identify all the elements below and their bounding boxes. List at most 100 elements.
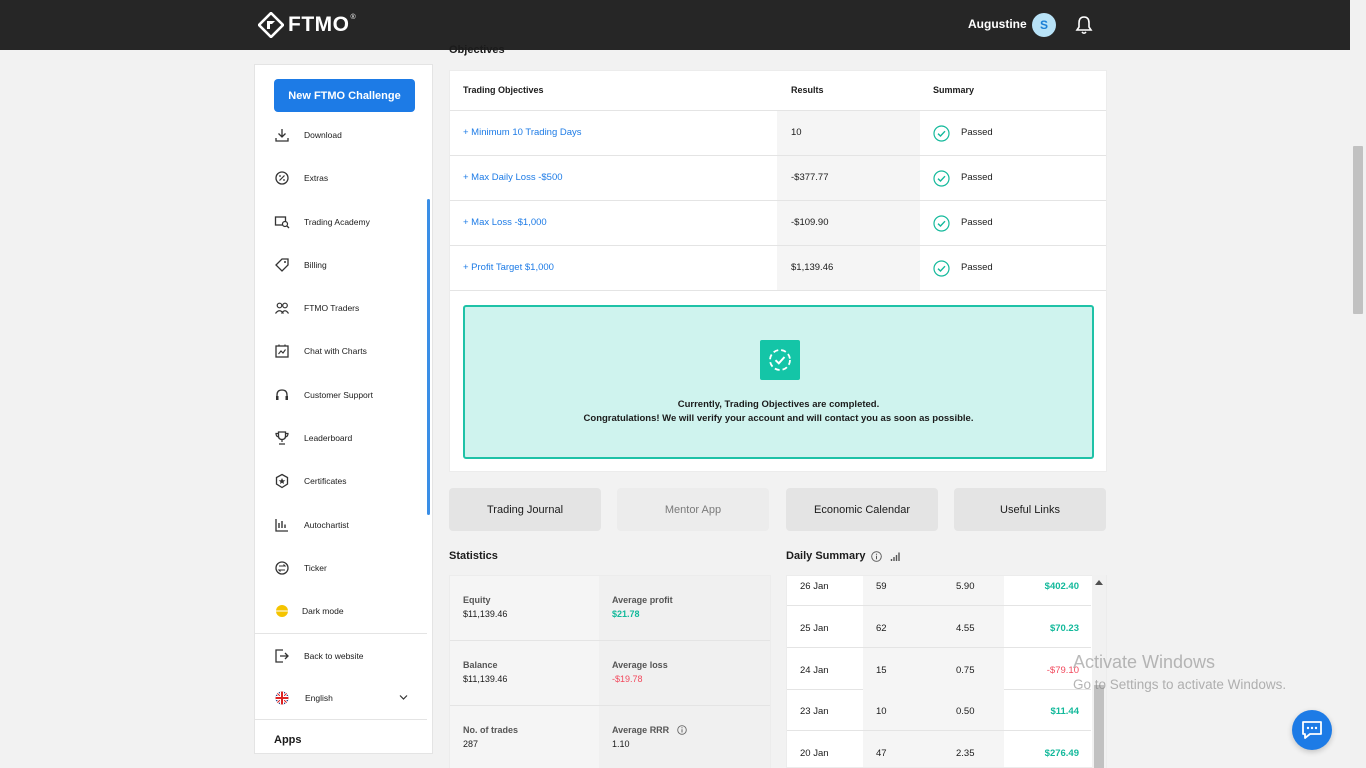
- daily-date: 26 Jan: [800, 581, 829, 592]
- bar-chart-icon[interactable]: [890, 551, 901, 562]
- sidebar-item-label: Back to website: [304, 651, 364, 661]
- daily-summary-title: Daily Summary: [786, 550, 866, 562]
- check-circle-icon: [933, 215, 950, 232]
- brand-registered-mark: ®: [350, 13, 356, 21]
- sidebar-item-label: Chat with Charts: [304, 346, 367, 356]
- sidebar-item-label: Billing: [304, 260, 327, 270]
- daily-trades: 15: [876, 665, 887, 676]
- stat-number-of-trades: No. of trades 287: [450, 706, 599, 768]
- objective-status: Passed: [961, 127, 993, 138]
- new-ftmo-challenge-button[interactable]: New FTMO Challenge: [274, 79, 415, 112]
- stat-label: Average profit: [612, 595, 673, 605]
- sidebar-item-extras[interactable]: Extras: [255, 163, 427, 193]
- page-scrollbar-thumb[interactable]: [1353, 146, 1363, 314]
- objective-name-link[interactable]: + Minimum 10 Trading Days: [463, 127, 582, 138]
- objective-name-link[interactable]: + Max Daily Loss -$500: [463, 172, 563, 183]
- table-row: 26 Jan 59 5.90 $402.40: [787, 576, 1091, 606]
- language-selector[interactable]: English: [255, 683, 427, 713]
- info-icon[interactable]: [871, 550, 883, 562]
- sidebar-item-autochartist[interactable]: Autochartist: [255, 510, 427, 540]
- stat-average-rrr: Average RRR 1.10: [599, 706, 770, 768]
- stat-label: Equity: [463, 595, 491, 605]
- chat-bubble-icon: [1302, 721, 1322, 739]
- sidebar-divider: [255, 633, 427, 634]
- table-row: 23 Jan 10 0.50 $11.44: [787, 689, 1091, 731]
- sidebar-item-back-to-website[interactable]: Back to website: [255, 641, 427, 671]
- objectives-table-header: Trading Objectives Results Summary: [450, 71, 1106, 111]
- ftmo-logo[interactable]: FTMO ®: [258, 12, 356, 38]
- daily-date: 23 Jan: [800, 706, 829, 717]
- stat-label: Balance: [463, 660, 498, 670]
- objective-result: -$377.77: [791, 172, 829, 183]
- sidebar-item-customer-support[interactable]: Customer Support: [255, 380, 427, 410]
- page-scrollbar[interactable]: [1350, 0, 1366, 768]
- sidebar-scrollbar[interactable]: [427, 199, 430, 515]
- objective-result: -$109.90: [791, 217, 829, 228]
- daily-trades: 62: [876, 623, 887, 634]
- sidebar-item-leaderboard[interactable]: Leaderboard: [255, 423, 427, 453]
- objectives-completed-banner: Currently, Trading Objectives are comple…: [463, 305, 1094, 459]
- info-icon[interactable]: [677, 725, 687, 735]
- objective-status: Passed: [961, 217, 993, 228]
- tag-icon: [275, 258, 289, 272]
- objectives-table: Trading Objectives Results Summary + Min…: [449, 70, 1107, 472]
- column-header-summary: Summary: [933, 85, 975, 95]
- daily-summary-table: 26 Jan 59 5.90 $402.40 25 Jan 62 4.55 $7…: [786, 575, 1107, 768]
- economic-calendar-button[interactable]: Economic Calendar: [786, 488, 938, 531]
- scroll-up-arrow-icon[interactable]: [1095, 580, 1103, 585]
- daily-summary-heading: Daily Summary: [786, 550, 901, 562]
- user-name[interactable]: Augustine: [968, 17, 1027, 31]
- objective-name-link[interactable]: + Profit Target $1,000: [463, 262, 554, 273]
- stat-value: 1.10: [612, 739, 630, 749]
- bell-icon[interactable]: [1075, 15, 1093, 35]
- sidebar-item-trading-academy[interactable]: Trading Academy: [255, 207, 427, 237]
- stat-label: Average RRR: [612, 725, 670, 735]
- sidebar-item-dark-mode[interactable]: Dark mode: [255, 596, 427, 626]
- objective-name-link[interactable]: + Max Loss -$1,000: [463, 217, 547, 228]
- sidebar-item-ftmo-traders[interactable]: FTMO Traders: [255, 293, 427, 323]
- trading-journal-button[interactable]: Trading Journal: [449, 488, 601, 531]
- daily-lots: 2.35: [956, 748, 975, 759]
- daily-result: $70.23: [1049, 623, 1079, 634]
- chat-button[interactable]: [1292, 710, 1332, 750]
- autochartist-icon: [275, 519, 288, 532]
- objective-status: Passed: [961, 262, 993, 273]
- daily-summary-scrollbar-thumb[interactable]: [1094, 685, 1104, 768]
- stat-label: Average loss: [612, 660, 668, 670]
- mentor-app-button[interactable]: Mentor App: [617, 488, 769, 531]
- objective-status: Passed: [961, 172, 993, 183]
- daily-date: 24 Jan: [800, 665, 829, 676]
- sidebar-item-certificates[interactable]: Certificates: [255, 466, 427, 496]
- stat-value: $11,139.46: [463, 609, 508, 619]
- daily-result: $276.49: [1044, 748, 1079, 759]
- table-row: + Max Loss -$1,000 -$109.90 Passed: [450, 201, 1106, 246]
- statistics-heading: Statistics: [449, 550, 498, 562]
- sidebar-item-label: Autochartist: [304, 520, 349, 530]
- daily-lots: 4.55: [956, 623, 975, 634]
- daily-result: $402.40: [1044, 581, 1079, 592]
- useful-links-button[interactable]: Useful Links: [954, 488, 1106, 531]
- apps-title: Apps: [274, 734, 302, 746]
- activate-windows-title: Activate Windows: [1073, 652, 1216, 672]
- objective-result: $1,139.46: [791, 262, 834, 273]
- daily-lots: 0.75: [956, 665, 975, 676]
- sidebar-item-ticker[interactable]: Ticker: [255, 553, 427, 583]
- check-circle-icon: [933, 170, 950, 187]
- daily-trades: 59: [876, 581, 887, 592]
- sidebar-item-chat-with-charts[interactable]: Chat with Charts: [255, 336, 427, 366]
- sidebar-item-label: Extras: [304, 173, 329, 183]
- avatar[interactable]: S: [1032, 13, 1056, 37]
- sidebar-item-label: Customer Support: [304, 390, 373, 400]
- objectives-heading: Objectives: [449, 44, 505, 56]
- trophy-icon: [275, 431, 289, 445]
- ftmo-logo-icon: [258, 12, 284, 38]
- column-header-trading-objectives: Trading Objectives: [463, 85, 544, 95]
- stat-label: No. of trades: [463, 725, 519, 735]
- sidebar-divider: [255, 719, 427, 720]
- percent-icon: [275, 171, 289, 185]
- sidebar-item-billing[interactable]: Billing: [255, 250, 427, 280]
- sidebar-item-label: Dark mode: [302, 606, 344, 616]
- sidebar-item-download[interactable]: Download: [255, 120, 427, 150]
- brand-name: FTMO: [288, 13, 350, 36]
- sidebar-item-label: FTMO Traders: [304, 303, 360, 313]
